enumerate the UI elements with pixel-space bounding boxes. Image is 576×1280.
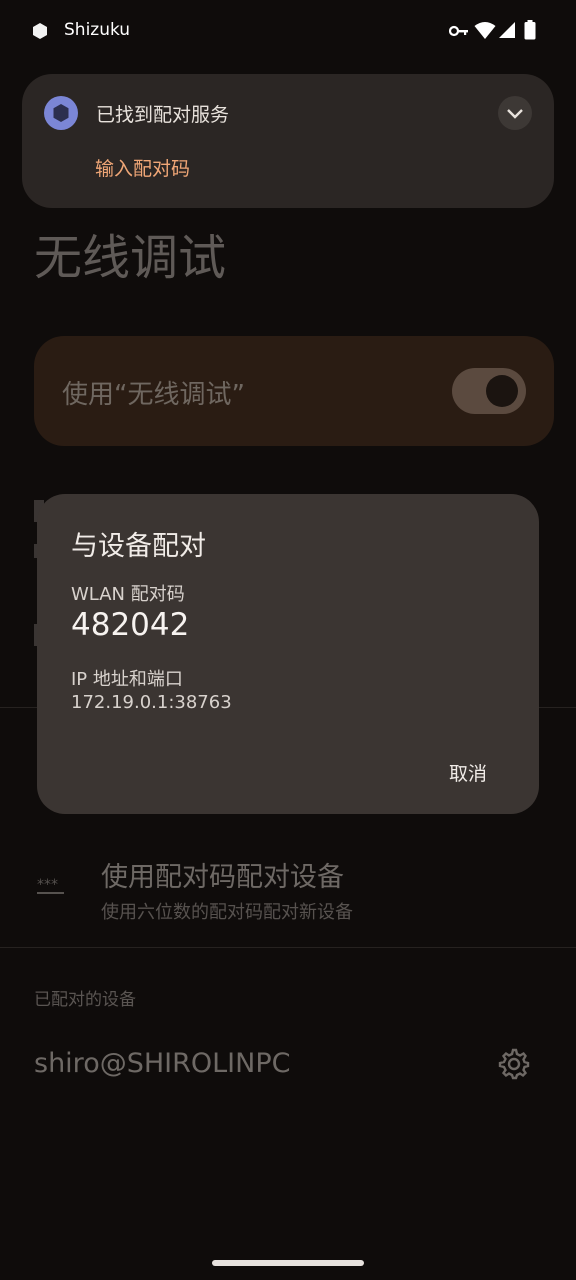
shizuku-logo-icon (53, 104, 69, 122)
switch-thumb (486, 375, 518, 407)
dialog-title: 与设备配对 (71, 531, 206, 562)
wlan-pairing-code-label: WLAN 配对码 (71, 584, 185, 605)
page-title: 无线调试 (34, 230, 227, 286)
svg-text:***: *** (37, 878, 58, 893)
wireless-debugging-toggle-row[interactable]: 使用“无线调试” (34, 336, 554, 446)
ip-address-port-label: IP 地址和端口 (71, 669, 183, 690)
divider (0, 947, 576, 948)
battery-icon (524, 20, 536, 40)
pair-device-dialog: 与设备配对 WLAN 配对码 482042 IP 地址和端口 172.19.0.… (37, 494, 539, 814)
ip-address-port-value: 172.19.0.1:38763 (71, 692, 232, 713)
gesture-navigation-handle[interactable] (212, 1260, 364, 1266)
gear-icon[interactable] (497, 1047, 531, 1081)
paired-device-item[interactable]: shiro@SHIROLINPC (34, 1048, 290, 1079)
pair-with-code-title[interactable]: 使用配对码配对设备 (101, 855, 344, 894)
shizuku-app-icon (33, 23, 47, 39)
pair-with-code-summary: 使用六位数的配对码配对新设备 (101, 902, 353, 923)
pairing-code-icon: *** (37, 878, 64, 894)
vpn-key-icon (449, 25, 468, 37)
pairing-notification[interactable]: 已找到配对服务 输入配对码 (22, 74, 554, 208)
wifi-icon (474, 22, 496, 39)
chevron-down-icon (507, 109, 523, 119)
notification-title: 已找到配对服务 (96, 104, 230, 126)
notification-expand-button[interactable] (498, 96, 532, 130)
status-app-name: Shizuku (64, 20, 131, 40)
wlan-pairing-code-value: 482042 (71, 607, 190, 643)
paired-devices-header: 已配对的设备 (34, 990, 136, 1010)
cell-signal-icon (499, 22, 515, 38)
wireless-debugging-switch[interactable] (452, 368, 526, 414)
cancel-button[interactable]: 取消 (445, 757, 491, 788)
status-bar: Shizuku (0, 0, 576, 62)
notification-app-icon (44, 96, 78, 130)
enter-pairing-code-action[interactable]: 输入配对码 (95, 154, 190, 181)
wireless-debugging-toggle-label: 使用“无线调试” (62, 380, 245, 410)
